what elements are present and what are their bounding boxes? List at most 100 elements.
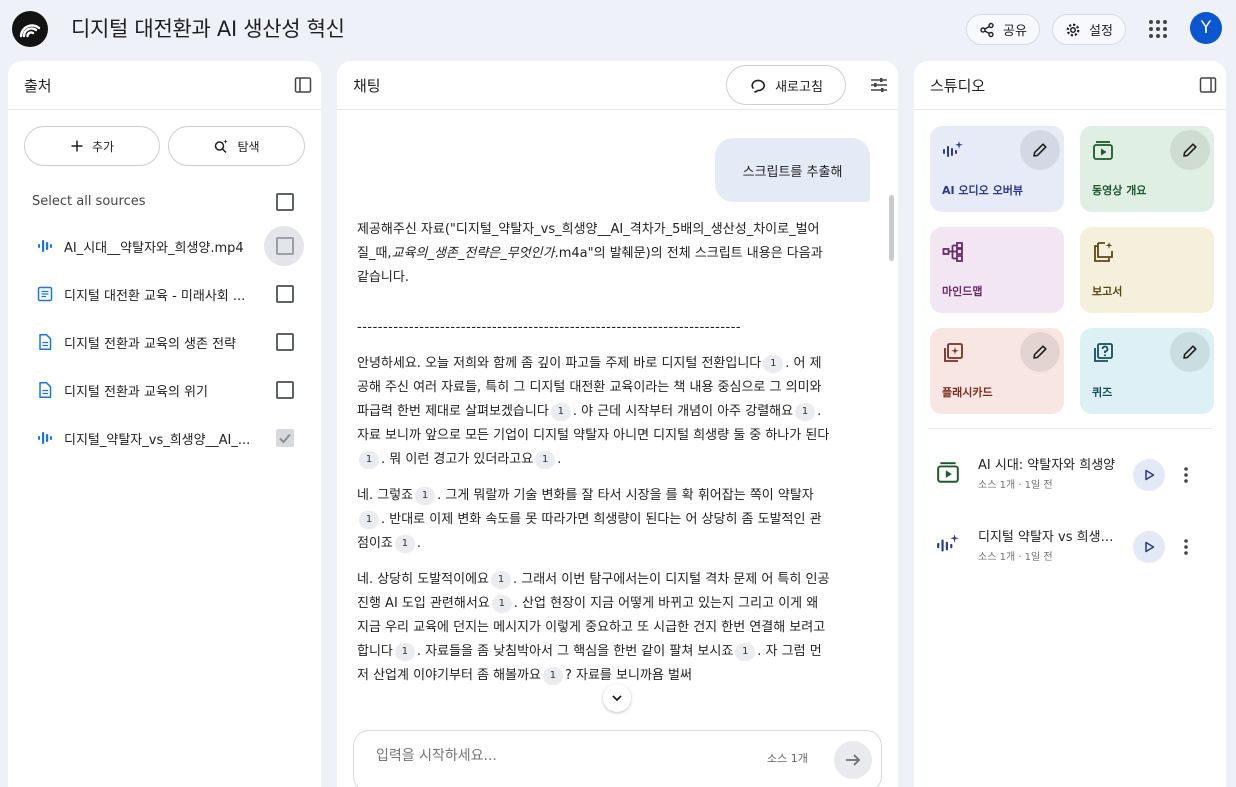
more-options-button[interactable]	[1178, 535, 1194, 559]
studio-tile-report[interactable]: 보고서	[1080, 227, 1214, 313]
answer-text: . 뭐 이런 경고가 있더라고요	[381, 452, 534, 467]
refresh-button[interactable]: 새로고침	[726, 65, 846, 105]
share-button[interactable]: 공유	[966, 14, 1040, 45]
citation-chip[interactable]: 1	[415, 487, 436, 505]
citation-chip[interactable]: 1	[550, 403, 571, 421]
source-checkbox[interactable]	[276, 333, 294, 351]
studio-tile-label: AI 오디오 오버뷰	[942, 184, 1023, 197]
notebook-logo-icon[interactable]	[12, 11, 48, 47]
play-icon	[1145, 541, 1155, 553]
chat-panel: 채팅 새로고침 스크립트를 추출해 제공해주신 자료("디지털_약탈자_vs_희…	[337, 61, 898, 787]
source-item[interactable]: AI_시대__약탈자와_희생양.mp4	[8, 226, 321, 266]
explore-sources-button[interactable]: 탐색	[168, 126, 305, 166]
share-icon	[980, 22, 994, 37]
collapse-panel-icon[interactable]	[293, 75, 313, 95]
citation-chip[interactable]: 1	[491, 595, 512, 613]
citation-chip[interactable]: 1	[359, 511, 379, 529]
send-button[interactable]	[834, 741, 872, 779]
edit-pencil-button[interactable]	[1170, 332, 1210, 372]
studio-tile-video-overview[interactable]: 동영상 개요	[1080, 126, 1214, 212]
studio-note-item[interactable]: AI 시대: 약탈자와 희생양 소스 1개 · 1일 전	[914, 445, 1226, 505]
play-icon	[1145, 469, 1155, 481]
answer-paragraph: 네. 그렇죠 1. 그게 뭐랄까 기술 변화를 잘 타서 시장을 를 확 휘어잡는…	[357, 484, 831, 556]
audio-sparkle-icon	[937, 534, 959, 552]
select-all-checkbox[interactable]	[276, 193, 294, 211]
answer-text: . 자료들을 좀 낮침박아서 그 핵심을 한번 같이 팔쳐 보시죠	[416, 644, 734, 659]
source-label: 디지털 전환과 교육의 생존 전략	[64, 337, 237, 352]
studio-note-item[interactable]: 디지털 약탈자 vs 희생양: AI 소스 1개 · 1일 전	[914, 517, 1226, 577]
chat-title: 채팅	[353, 77, 381, 95]
citation-chip[interactable]: 1	[795, 403, 816, 421]
source-checkbox[interactable]	[276, 381, 294, 399]
add-source-label: 추가	[91, 139, 115, 154]
studio-panel: 스튜디오 AI 오디오 오버뷰 동영상 개요 마인드맵 보고서 플래시카드 퀴즈	[914, 61, 1226, 787]
citation-chip[interactable]: 1	[394, 643, 415, 661]
check-icon	[279, 433, 291, 444]
note-title: 디지털 약탈자 vs 희생양: AI	[978, 530, 1122, 545]
note-meta: 소스 1개 · 1일 전	[978, 480, 1053, 491]
edit-pencil-button[interactable]	[1170, 130, 1210, 170]
answer-text: . 그게 뭐랄까 기술 변화를 잘 타서 시장을 를 확 휘어잡는 쪽이 약탈자	[437, 488, 814, 503]
answer-paragraph: 네. 상당히 도발적이에요 1. 그래서 이번 탐구에서는이 디지털 격차 문제 …	[357, 568, 831, 688]
source-checkbox[interactable]	[276, 285, 294, 303]
more-options-button[interactable]	[1178, 463, 1194, 487]
search-sparkle-icon	[215, 139, 229, 154]
answer-paragraph: 안녕하세요. 오늘 저희와 함께 좀 깊이 파고들 주제 바로 디지털 전환입니…	[357, 352, 831, 472]
flashcards-icon	[944, 343, 963, 362]
chat-input[interactable]	[376, 748, 756, 764]
citation-chip[interactable]: 1	[535, 451, 556, 469]
citation-chip[interactable]: 1	[735, 643, 756, 661]
edit-pencil-button[interactable]	[1020, 332, 1060, 372]
settings-button[interactable]: 설정	[1052, 14, 1126, 45]
sources-title: 출처	[24, 77, 52, 95]
citation-chip[interactable]: 1	[394, 535, 415, 553]
source-checkbox[interactable]	[276, 237, 294, 255]
add-source-button[interactable]: 추가	[24, 126, 160, 166]
answer-text: ? 자료를 보니까욤 벌써	[564, 668, 692, 683]
answer-text: . 반대로 이제 변화 속도를 못 따라가면 희생량이 된다는 어 상당히 좀 …	[357, 512, 822, 551]
note-meta: 소스 1개 · 1일 전	[978, 552, 1053, 563]
video-icon	[937, 462, 959, 483]
source-item[interactable]: 디지털 전환과 교육의 생존 전략	[8, 322, 321, 362]
tune-settings-icon[interactable]	[870, 76, 888, 94]
avatar[interactable]: Y	[1190, 12, 1222, 44]
studio-tile-flashcards[interactable]: 플래시카드	[930, 328, 1064, 414]
apps-grid-icon[interactable]	[1146, 17, 1170, 41]
page-title[interactable]: 디지털 대전환과 AI 생산성 혁신	[71, 13, 345, 43]
studio-tile-mindmap[interactable]: 마인드맵	[930, 227, 1064, 313]
studio-tile-quiz[interactable]: 퀴즈	[1080, 328, 1214, 414]
source-item[interactable]: 디지털 전환과 교육의 위기	[8, 370, 321, 410]
edit-pencil-button[interactable]	[1020, 130, 1060, 170]
sources-panel: 출처 추가 탐색 Select all sources AI_시대__약탈자와_…	[8, 61, 321, 787]
studio-tile-label: 보고서	[1092, 285, 1123, 298]
quiz-icon	[1094, 343, 1113, 362]
source-label: 디지털 대전환 교육 - 미래사회 ...	[64, 289, 246, 304]
answer-text: 네. 그렇죠	[357, 488, 414, 503]
app-header: 디지털 대전환과 AI 생산성 혁신 공유 설정 Y	[0, 0, 1236, 58]
pencil-icon	[1183, 345, 1197, 359]
studio-tile-audio-overview[interactable]: AI 오디오 오버뷰	[930, 126, 1064, 212]
play-button[interactable]	[1133, 459, 1165, 491]
source-item[interactable]: 디지털_약탈자_vs_희생양__AI_...	[8, 418, 321, 458]
plus-icon	[71, 140, 83, 152]
citation-chip[interactable]: 1	[359, 451, 379, 469]
citation-chip[interactable]: 1	[491, 571, 511, 589]
assistant-answer: 제공해주신 자료("디지털_약탈자_vs_희생양__AI_격차가_5배의_생산성…	[357, 218, 831, 700]
source-checkbox-checked[interactable]	[276, 429, 294, 447]
explore-sources-label: 탐색	[237, 139, 260, 154]
citation-chip[interactable]: 1	[542, 667, 563, 685]
source-label: AI_시대__약탈자와_희생양.mp4	[64, 241, 244, 256]
source-item[interactable]: 디지털 대전환 교육 - 미래사회 ...	[8, 274, 321, 314]
citation-chip[interactable]: 1	[763, 355, 784, 373]
source-count-label: 소스 1개	[767, 752, 808, 765]
refresh-label: 새로고침	[775, 79, 823, 95]
share-label: 공유	[1003, 24, 1027, 39]
answer-text: 네. 상당히 도발적이에요	[357, 572, 489, 587]
pencil-icon	[1033, 345, 1047, 359]
sources-header: 출처	[8, 61, 321, 110]
play-button[interactable]	[1133, 531, 1165, 563]
chat-scrollbar[interactable]	[889, 195, 894, 261]
collapse-panel-icon[interactable]	[1198, 75, 1218, 95]
file-icon	[39, 382, 52, 398]
scroll-down-button[interactable]	[603, 684, 631, 712]
